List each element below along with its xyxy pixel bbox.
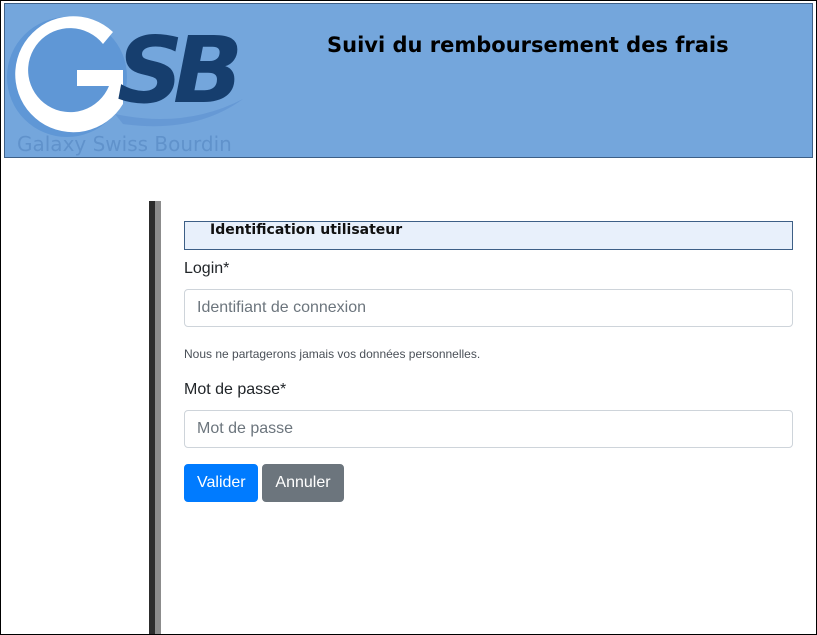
form-legend: Identification utilisateur <box>184 221 793 250</box>
gsb-logo: S B Galaxy Swiss Bourdin <box>5 4 245 157</box>
login-label: Login* <box>184 260 230 277</box>
login-help-text: Nous ne partagerons jamais vos données p… <box>184 347 481 361</box>
page-title: Suivi du remboursement des frais <box>327 33 729 57</box>
svg-text:B: B <box>173 17 243 124</box>
cancel-button[interactable]: Annuler <box>262 464 344 502</box>
page-frame: S B Galaxy Swiss Bourdin Suivi du rembou… <box>0 0 817 635</box>
password-label: Mot de passe* <box>184 381 287 398</box>
logo-caption: Galaxy Swiss Bourdin <box>17 132 232 156</box>
header-banner: S B Galaxy Swiss Bourdin Suivi du rembou… <box>4 3 813 158</box>
password-input[interactable] <box>184 410 793 448</box>
login-form: Identification utilisateur Login* Nous n… <box>184 221 793 502</box>
sidebar-border-light <box>155 201 161 634</box>
login-input[interactable] <box>184 289 793 327</box>
submit-button[interactable]: Valider <box>184 464 258 502</box>
